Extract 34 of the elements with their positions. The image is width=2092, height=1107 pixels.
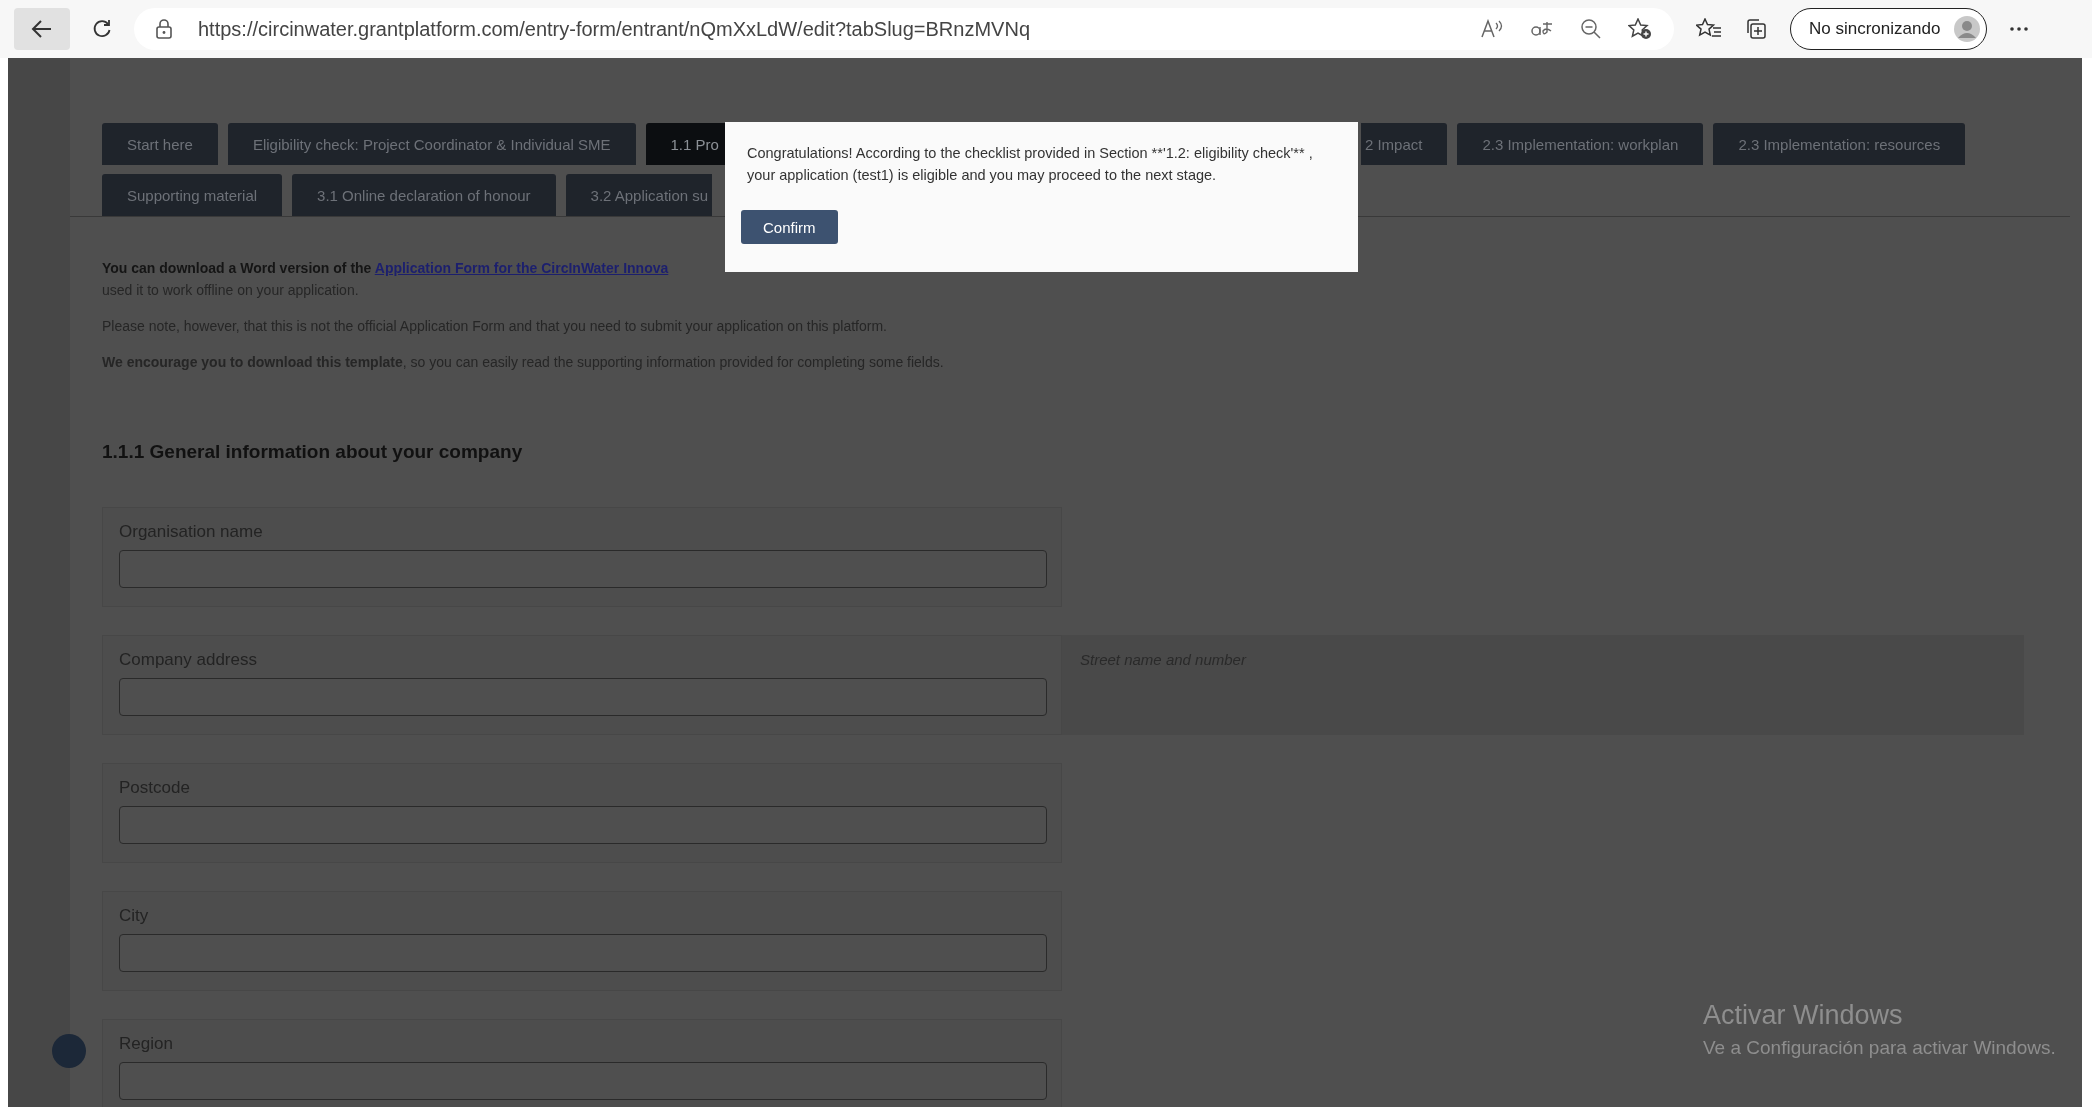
zoom-out-icon[interactable] <box>1580 18 1602 40</box>
input-field[interactable] <box>119 1062 1047 1100</box>
form-tab[interactable]: 2.3 Implementation: resources <box>1713 123 1966 165</box>
more-icon[interactable] <box>2009 26 2030 32</box>
profile-button[interactable]: No sincronizando <box>1790 8 1988 50</box>
form-tab[interactable]: Start here <box>102 123 218 165</box>
avatar-icon <box>1954 16 1981 42</box>
add-favorite-icon[interactable] <box>1628 18 1652 40</box>
favorites-icon[interactable] <box>1696 18 1722 40</box>
translate-icon[interactable] <box>1530 19 1554 39</box>
form-tab[interactable]: 3.1 Online declaration of honour <box>292 174 556 216</box>
form-tab[interactable]: 2.3 Implementation: workplan <box>1457 123 1704 165</box>
back-arrow-icon <box>31 19 53 39</box>
address-bar[interactable]: https://circinwater.grantplatform.com/entry-form/entrant/nQmXxLdW/edit?tabSlug=BRnzMVNq <box>134 8 1674 50</box>
back-button[interactable] <box>14 8 70 50</box>
confirm-button[interactable]: Confirm <box>741 210 838 244</box>
dialog-message: Congratulations! According to the checklist provided in Section **'1.2: eligibility check'** , your application (test1) is eligible and you may proceed to the next stage. <box>747 144 1314 185</box>
form-tab[interactable]: 1.1 Pro <box>645 123 725 165</box>
input-field[interactable] <box>119 934 1047 972</box>
section-heading: 1.1.1 General information about your company <box>102 441 524 463</box>
form-tab[interactable]: Eligibility check: Project Coordinator & Individual SME <box>227 123 636 165</box>
form-tab[interactable]: Supporting material <box>102 174 283 216</box>
form-tab[interactable]: 2 Impact <box>1360 123 1448 165</box>
read-aloud-icon[interactable] <box>1480 19 1504 39</box>
activation-subtitle: Ve a Configuración para activar Windows. <box>1703 1037 2056 1059</box>
reload-icon[interactable] <box>92 19 112 39</box>
collections-icon[interactable] <box>1744 17 1768 41</box>
url-text: https://circinwater.grantplatform.com/entry-form/entrant/nQmXxLdW/edit?tabSlug=BRnzMVNq <box>198 17 1030 41</box>
form-tab[interactable]: 3.2 Application su <box>565 174 713 216</box>
activation-title: Activar Windows <box>1703 1000 1904 1031</box>
lock-icon <box>156 19 172 39</box>
input-field[interactable] <box>119 806 1047 844</box>
input-field[interactable] <box>119 550 1047 588</box>
input-field[interactable] <box>119 678 1047 716</box>
